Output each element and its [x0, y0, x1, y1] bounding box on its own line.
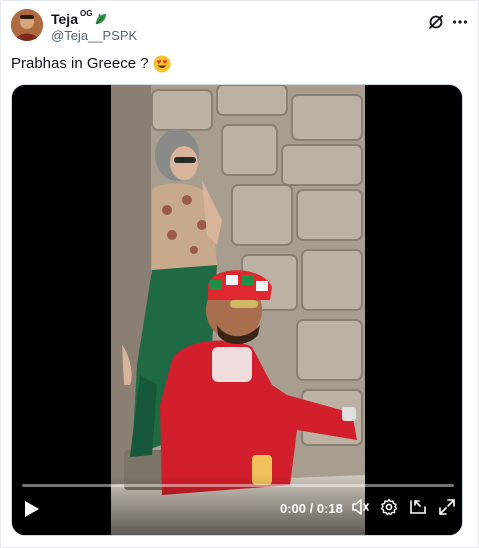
avatar-image: [11, 9, 43, 41]
video-progress-bar[interactable]: [22, 484, 454, 487]
play-icon[interactable]: [20, 498, 42, 520]
display-name-text: Teja: [51, 11, 78, 27]
author-display-name[interactable]: Teja OG: [51, 9, 137, 27]
current-time: 0:00: [280, 501, 307, 516]
author-names: Teja OG @Teja__PSPK: [51, 9, 137, 44]
post-text: Prabhas in Greece ?: [11, 54, 171, 74]
video-player[interactable]: 0:00 / 0:18: [11, 84, 463, 536]
post-text-content: Prabhas in Greece ?: [11, 55, 149, 72]
leaf-emoji-icon: [96, 13, 107, 25]
author-handle[interactable]: @Teja__PSPK: [51, 28, 137, 44]
heart-eyes-emoji-icon: [153, 55, 171, 73]
time-separator: /: [306, 501, 317, 516]
video-frame: [12, 85, 462, 535]
post-card: Teja OG @Teja__PSPK Prabhas in Greece ?: [0, 0, 479, 548]
fullscreen-icon[interactable]: [438, 498, 456, 516]
more-options-icon[interactable]: [451, 13, 469, 31]
avatar[interactable]: [11, 9, 43, 41]
volume-icon[interactable]: [351, 498, 369, 516]
post-header: Teja OG @Teja__PSPK: [11, 9, 469, 45]
picture-in-picture-icon[interactable]: [409, 498, 427, 516]
settings-icon[interactable]: [380, 498, 398, 516]
display-name-suffix: OG: [79, 9, 93, 18]
grok-icon[interactable]: [427, 13, 445, 31]
video-controls: 0:00 / 0:18: [12, 475, 462, 535]
duration: 0:18: [316, 501, 343, 516]
video-time: 0:00 / 0:18: [280, 501, 343, 516]
